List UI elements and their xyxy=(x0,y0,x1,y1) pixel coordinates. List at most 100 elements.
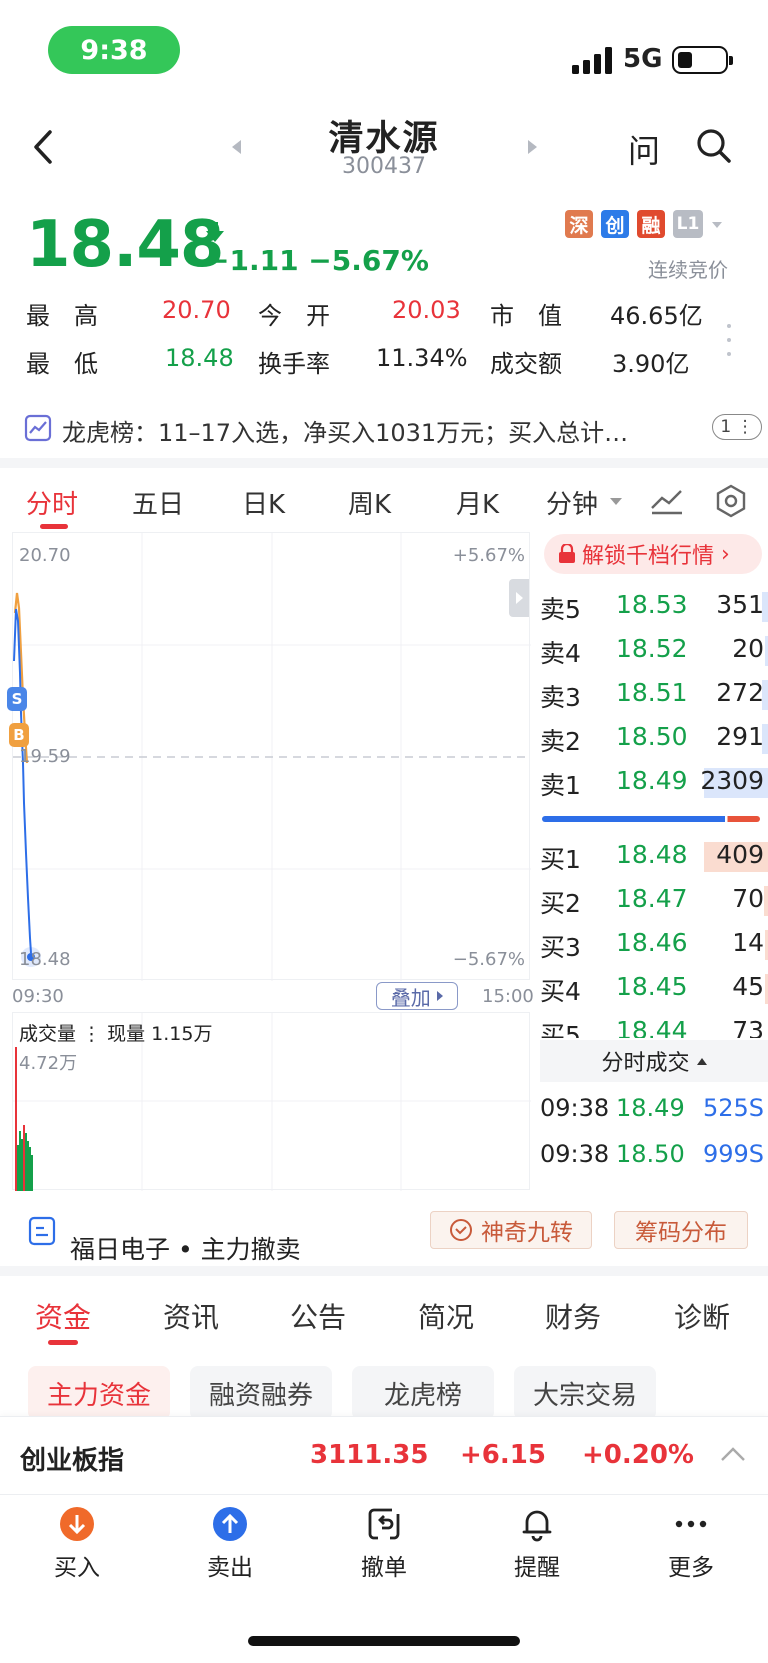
market-tag-sz: 深 xyxy=(565,210,593,238)
price-line xyxy=(13,608,32,954)
related-event[interactable]: 福日电子 • 主力撤卖 xyxy=(70,1230,301,1266)
volume-bar xyxy=(23,1125,25,1191)
high-label: 最 高 xyxy=(26,302,98,330)
more-stats-icon[interactable] xyxy=(726,322,732,358)
level-dropdown-icon[interactable] xyxy=(712,222,722,228)
volume-bar xyxy=(15,1047,17,1191)
bottom-tab-indicator xyxy=(48,1340,78,1345)
tab-weekly-k[interactable]: 周K xyxy=(348,484,391,521)
cancel-order-icon xyxy=(366,1506,402,1542)
magic-nine-button[interactable]: 神奇九转 xyxy=(430,1211,592,1249)
chip-margin[interactable]: 融资融券 xyxy=(190,1366,332,1420)
dragon-list-summary[interactable]: 龙虎榜：11–17入选，净买入1031万元；买入总计… xyxy=(62,413,628,448)
minute-dropdown-icon[interactable] xyxy=(610,498,622,505)
ask-row-3: 卖3 18.51 272 xyxy=(540,674,768,716)
signal-icon xyxy=(572,46,614,74)
tab-intraday[interactable]: 分时 xyxy=(26,484,78,521)
open-value: 20.03 xyxy=(392,296,461,324)
y-min-label: 18.48 xyxy=(19,949,71,970)
index-name: 创业板指 xyxy=(20,1446,125,1476)
bid-row-5: 买5 18.44 73 xyxy=(540,1016,764,1038)
volume-title: 成交量 ⋮ 现量 1.15万 xyxy=(19,1023,213,1045)
bid-row-3: 买3 18.46 14 xyxy=(540,924,768,966)
tab-announcements[interactable]: 公告 xyxy=(290,1296,346,1336)
market-tag-level[interactable]: L1 xyxy=(673,210,703,238)
y-mid-label: 19.59 xyxy=(19,746,71,767)
tab-monthly-k[interactable]: 月K xyxy=(456,484,499,521)
alert-button[interactable]: 提醒 xyxy=(482,1506,592,1582)
tab-financials[interactable]: 财务 xyxy=(545,1296,601,1336)
unlock-depth-button[interactable]: 解锁千档行情 › xyxy=(544,534,762,574)
last-price: 18.48 xyxy=(26,208,224,282)
tab-minute[interactable]: 分钟 xyxy=(546,484,598,521)
market-tag-gem: 创 xyxy=(601,210,629,238)
mcap-value: 46.65亿 xyxy=(610,302,703,330)
time-start-label: 09:30 xyxy=(12,986,64,1007)
chip-main-capital[interactable]: 主力资金 xyxy=(28,1366,170,1420)
buy-marker[interactable]: B xyxy=(9,723,29,747)
chip-distribution-button[interactable]: 筹码分布 xyxy=(614,1211,748,1249)
chip-block-trade[interactable]: 大宗交易 xyxy=(514,1366,656,1420)
time-end-label: 15:00 xyxy=(482,986,534,1007)
bid-row-2: 买2 18.47 70 xyxy=(540,880,768,922)
cancel-order-button[interactable]: 撤单 xyxy=(329,1506,439,1582)
dragon-list-icon xyxy=(24,414,52,442)
tab-five-day[interactable]: 五日 xyxy=(132,484,184,521)
tab-news[interactable]: 资讯 xyxy=(163,1296,219,1336)
amount-value: 3.90亿 xyxy=(612,350,690,378)
ask-row-5: 卖5 18.53 351 xyxy=(540,586,768,628)
status-time: 9:38 xyxy=(48,26,180,74)
low-label: 最 低 xyxy=(26,350,98,378)
lock-icon xyxy=(559,544,575,563)
sell-button[interactable]: 卖出 xyxy=(175,1506,285,1582)
open-label: 今 开 xyxy=(258,302,330,330)
volume-chart[interactable]: 成交量 ⋮ 现量 1.15万 4.72万 xyxy=(12,1012,531,1191)
buy-icon xyxy=(59,1506,95,1542)
overlay-button[interactable]: 叠加 xyxy=(376,982,458,1010)
turnover-value: 11.34% xyxy=(376,344,468,372)
chart-style-icon[interactable] xyxy=(650,486,684,516)
volume-bar xyxy=(17,1145,19,1191)
sell-marker[interactable]: S xyxy=(7,687,27,711)
chevron-up-icon[interactable] xyxy=(720,1446,746,1462)
high-value: 20.70 xyxy=(162,296,231,324)
tab-capital[interactable]: 资金 xyxy=(35,1296,91,1336)
ticks-toggle[interactable]: 分时成交 xyxy=(540,1040,768,1082)
intraday-chart[interactable]: 20.70 +5.67% 19.59 18.48 −5.67% S B xyxy=(7,532,531,981)
tab-indicator xyxy=(40,524,68,529)
battery-icon xyxy=(672,46,733,74)
bid-row-1: 买1 18.48 409 xyxy=(540,836,768,878)
tab-diagnosis[interactable]: 诊断 xyxy=(674,1296,730,1336)
volume-bar xyxy=(25,1133,27,1191)
more-icon xyxy=(673,1506,709,1542)
search-icon[interactable] xyxy=(696,128,732,164)
more-button[interactable]: 更多 xyxy=(636,1506,746,1582)
index-change: +6.15 xyxy=(460,1440,546,1470)
buy-button[interactable]: 买入 xyxy=(22,1506,132,1582)
next-stock-icon[interactable] xyxy=(528,140,537,154)
index-value: 3111.35 xyxy=(310,1440,429,1470)
bid-ask-ratio-bar xyxy=(542,816,760,822)
ask-button[interactable]: 问 xyxy=(628,126,660,172)
pct-min-label: −5.67% xyxy=(452,949,525,970)
amount-label: 成交额 xyxy=(490,350,562,378)
price-change: −1.11 −5.67% xyxy=(206,244,429,277)
dragon-page-indicator[interactable]: 1 ⋮ xyxy=(712,414,762,440)
expand-panel-handle[interactable] xyxy=(509,579,529,617)
y-max-label: 20.70 xyxy=(19,545,71,566)
pct-max-label: +5.67% xyxy=(452,545,525,566)
bid-row-4: 买4 18.45 45 xyxy=(540,968,768,1010)
chart-settings-icon[interactable] xyxy=(714,484,748,518)
tab-daily-k[interactable]: 日K xyxy=(242,484,285,521)
trading-status: 连续竞价 xyxy=(648,258,728,282)
ask-row-1: 卖1 18.49 2309 xyxy=(540,762,768,804)
bell-icon xyxy=(519,1506,555,1542)
market-tag-margin: 融 xyxy=(637,210,665,238)
check-circle-icon xyxy=(450,1219,472,1241)
tab-profile[interactable]: 简况 xyxy=(418,1296,474,1336)
home-indicator[interactable] xyxy=(248,1636,520,1646)
volume-bar xyxy=(19,1131,21,1191)
news-icon xyxy=(28,1216,56,1246)
volume-bar xyxy=(31,1155,33,1191)
chip-dragon-list[interactable]: 龙虎榜 xyxy=(352,1366,494,1420)
